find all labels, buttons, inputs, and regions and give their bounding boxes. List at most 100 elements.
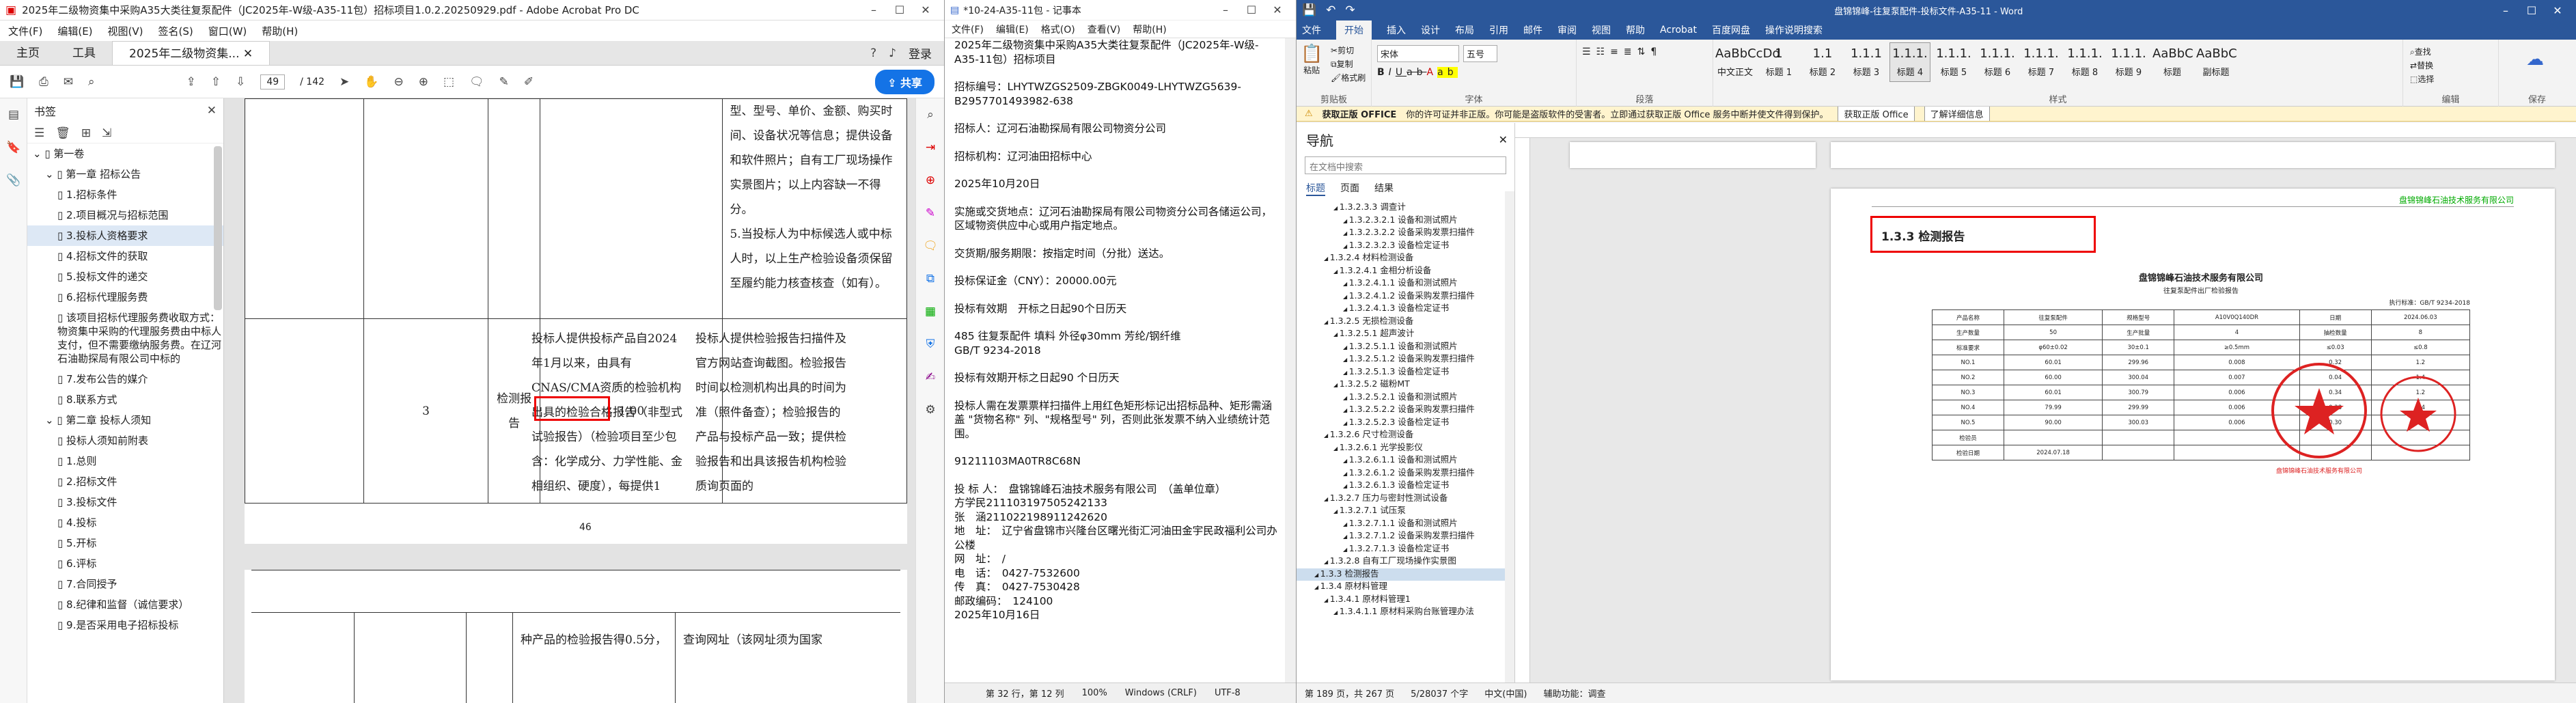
- bookmark-item[interactable]: ▯ 9.是否采用电子招标投标: [27, 615, 223, 635]
- print-icon[interactable]: ⎙: [39, 75, 49, 89]
- maximize-button[interactable]: ☐: [887, 3, 913, 16]
- style-item[interactable]: 1.1 标题 2: [1802, 42, 1843, 82]
- underline-icon[interactable]: U: [1396, 67, 1407, 78]
- ribbon-tab[interactable]: 开始: [1336, 20, 1372, 40]
- font-size-select[interactable]: 五号: [1463, 45, 1497, 62]
- save-icon[interactable]: 💾: [10, 75, 24, 89]
- ribbon-tab[interactable]: Acrobat: [1660, 25, 1697, 36]
- tab-home[interactable]: 主页: [0, 41, 56, 65]
- style-item[interactable]: 1.1.1. 标题 8: [2064, 42, 2105, 82]
- share-button[interactable]: ⇪ 共享: [875, 69, 934, 94]
- bookmark-scrollbar[interactable]: [214, 146, 222, 310]
- bookmark-item[interactable]: ▯ 1.总则: [27, 451, 223, 471]
- nav-heading-item[interactable]: ◢ 1.3.2.4.1.3 设备检定证书: [1297, 303, 1514, 316]
- nav-search-input[interactable]: 在文档中搜索: [1305, 156, 1506, 174]
- comment-tool-icon[interactable]: 🗨: [916, 230, 944, 262]
- nav-heading-item[interactable]: ◢ 1.3.2.5.1.3 设备检定证书: [1297, 366, 1514, 379]
- nav-heading-item[interactable]: ◢ 1.3.2.7.1.2 设备采购发票扫描件: [1297, 530, 1514, 543]
- cut-button[interactable]: ✂剪切: [1331, 44, 1366, 57]
- highlight-color-icon[interactable]: ab: [1437, 67, 1458, 78]
- nav-heading-item[interactable]: ◢ 1.3.4 原材料管理: [1297, 581, 1514, 594]
- notepad-scrollbar[interactable]: [1285, 38, 1296, 683]
- nav-heading-item[interactable]: ◢ 1.3.2.5.2.1 设备和测试照片: [1297, 391, 1514, 404]
- ribbon-tab[interactable]: 帮助: [1626, 23, 1645, 37]
- more-tools-icon[interactable]: ⚙: [916, 394, 944, 426]
- nav-heading-item[interactable]: ◢ 1.3.2.7.1.1 设备和测试照片: [1297, 518, 1514, 531]
- delete-icon[interactable]: 🗑: [55, 126, 70, 140]
- expand-icon[interactable]: ⇲: [102, 126, 111, 140]
- nav-heading-item[interactable]: ◢ 1.3.2.4.1 金相分析设备: [1297, 265, 1514, 278]
- bookmark-item[interactable]: ⌄ ▯ 第一章 招标公告: [27, 164, 223, 184]
- italic-icon[interactable]: I: [1389, 67, 1396, 78]
- pen-icon[interactable]: ✎: [499, 75, 509, 89]
- close-button[interactable]: ✕: [2545, 4, 2571, 17]
- menu-edit[interactable]: 编辑(E): [57, 24, 92, 38]
- menu-view[interactable]: 视图(V): [108, 24, 143, 38]
- nav-tab-results[interactable]: 结果: [1374, 181, 1394, 196]
- login-button[interactable]: 登录: [909, 44, 932, 61]
- menu-view[interactable]: 查看(V): [1088, 23, 1121, 36]
- nav-heading-item[interactable]: ◢ 1.3.2.5.1.1 设备和测试照片: [1297, 341, 1514, 354]
- page-input[interactable]: 49: [260, 74, 286, 89]
- nav-heading-item[interactable]: ◢ 1.3.2.6.1.1 设备和测试照片: [1297, 454, 1514, 467]
- ribbon-tab[interactable]: 布局: [1455, 23, 1474, 37]
- bookmark-item[interactable]: ▯ 7.发布公告的媒介: [27, 369, 223, 389]
- bookmark-item[interactable]: ▯ 4.投标: [27, 512, 223, 533]
- notepad-text-area[interactable]: 2025年二级物资集中采购A35大类往复泵配件（JC2025年-W级-A35-1…: [954, 38, 1282, 683]
- select-cursor-icon[interactable]: ➤: [340, 75, 349, 89]
- menu-file[interactable]: 文件(F): [8, 24, 42, 38]
- font-name-select[interactable]: 宋体: [1377, 45, 1459, 62]
- nav-heading-item[interactable]: ◢ 1.3.2.7 压力与密封性测试设备: [1297, 493, 1514, 506]
- nav-heading-item[interactable]: ◢ 1.3.2.4 材料检测设备: [1297, 252, 1514, 265]
- close-icon[interactable]: ✕: [1499, 133, 1508, 146]
- create-pdf-icon[interactable]: ⊕: [916, 164, 944, 197]
- nav-heading-item[interactable]: ◢ 1.3.2.7.1 试压泵: [1297, 505, 1514, 518]
- style-item[interactable]: AaBbCcDd 中文正文: [1715, 42, 1780, 82]
- bookmark-item[interactable]: ▯ 8.联系方式: [27, 389, 223, 410]
- nav-heading-item[interactable]: ◢ 1.3.2.5.1 超声波计: [1297, 328, 1514, 341]
- ribbon-tab[interactable]: 插入: [1387, 23, 1406, 37]
- nav-heading-item[interactable]: ◢ 1.3.2.3.2.2 设备采购发票扫描件: [1297, 227, 1514, 240]
- bookmark-item[interactable]: ▯ 8.纪律和监督（诚信要求）: [27, 594, 223, 615]
- numbering-icon[interactable]: ☷: [1596, 46, 1611, 57]
- nav-heading-item[interactable]: ◢ 1.3.2.3.2.1 设备和测试照片: [1297, 215, 1514, 228]
- minimize-button[interactable]: –: [861, 3, 887, 16]
- next-page-icon[interactable]: ⇩: [236, 75, 245, 89]
- redo-icon[interactable]: ↷: [1345, 3, 1355, 17]
- nav-heading-item[interactable]: ◢ 1.3.2.5.2 磁粉MT: [1297, 378, 1514, 391]
- close-button[interactable]: ✕: [1264, 3, 1290, 16]
- nav-tab-headings[interactable]: 标题: [1306, 181, 1325, 196]
- upload-icon[interactable]: ⇪: [186, 75, 196, 89]
- bullets-icon[interactable]: ☰: [1582, 46, 1596, 57]
- style-item[interactable]: AaBbC 副标题: [2196, 42, 2237, 82]
- ribbon-tab[interactable]: 百度网盘: [1712, 23, 1750, 37]
- select-button[interactable]: ⬚选择: [2410, 72, 2434, 86]
- zoom-icon[interactable]: ⌕: [916, 98, 944, 131]
- attachment-icon[interactable]: 📎: [0, 164, 27, 197]
- ribbon-tab[interactable]: 邮件: [1523, 23, 1542, 37]
- ribbon-tab[interactable]: 视图: [1592, 23, 1611, 37]
- nav-heading-item[interactable]: ◢ 1.3.2.6.1.3 设备检定证书: [1297, 480, 1514, 493]
- undo-icon[interactable]: ↶: [1326, 3, 1335, 17]
- maximize-button[interactable]: ☐: [1238, 3, 1264, 16]
- menu-edit[interactable]: 编辑(E): [996, 23, 1029, 36]
- style-item[interactable]: 1 标题 1: [1758, 42, 1799, 82]
- fit-page-icon[interactable]: ⬚: [443, 75, 454, 89]
- bold-icon[interactable]: B: [1377, 67, 1389, 78]
- organize-icon[interactable]: ▦: [916, 295, 944, 328]
- nav-heading-item[interactable]: ◢ 1.3.2.5.2.3 设备检定证书: [1297, 417, 1514, 430]
- nav-heading-item[interactable]: ◢ 1.3.2.4.1.1 设备和测试照片: [1297, 277, 1514, 290]
- align-left-icon[interactable]: ≡: [1610, 46, 1624, 57]
- style-item[interactable]: 1.1.1. 标题 4: [1889, 42, 1930, 82]
- maximize-button[interactable]: ☐: [2519, 4, 2545, 17]
- bookmark-item[interactable]: ▯ 6.评标: [27, 553, 223, 574]
- copy-button[interactable]: ⧉复制: [1331, 57, 1366, 71]
- menu-help[interactable]: 帮助(H): [1133, 23, 1166, 36]
- bookmark-item[interactable]: ▯ 2.招标文件: [27, 471, 223, 492]
- highlight-icon[interactable]: ✐: [524, 75, 534, 89]
- new-bookmark-icon[interactable]: ⊞: [81, 126, 91, 140]
- menu-help[interactable]: 帮助(H): [262, 24, 298, 38]
- align-center-icon[interactable]: ≣: [1624, 46, 1637, 57]
- tab-close-icon[interactable]: ✕: [243, 47, 253, 61]
- style-item[interactable]: 1.1.1. 标题 7: [2021, 42, 2062, 82]
